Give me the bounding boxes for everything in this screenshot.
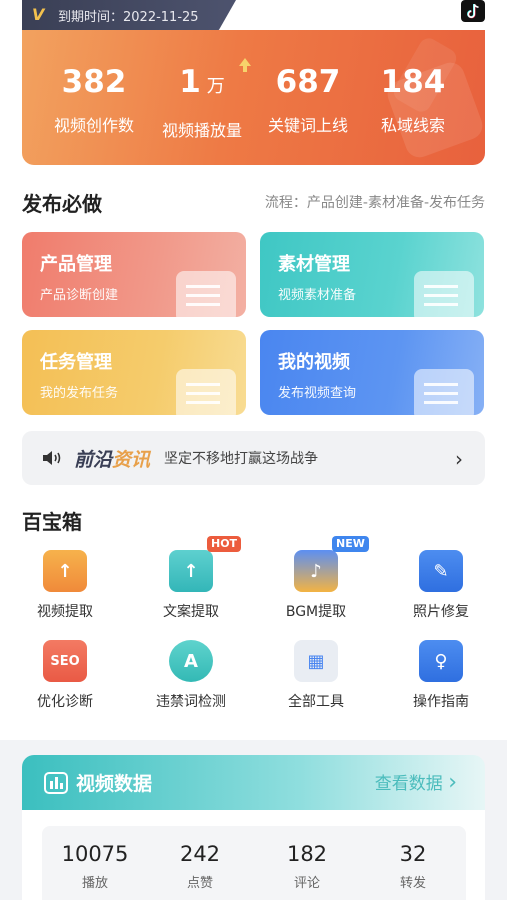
tool-guide[interactable]: ♀ 操作指南 (396, 640, 486, 711)
clapperboard-icon (414, 369, 474, 415)
stat-label: 视频创作数 (53, 116, 134, 135)
tool-label: 全部工具 (288, 694, 344, 710)
tool-photo-repair[interactable]: ✎ 照片修复 (396, 550, 486, 621)
stat-keywords-online[interactable]: 687 关键词上线 (262, 64, 354, 136)
video-data-title: 视频数据 (76, 773, 153, 795)
stat-value: 1 (179, 64, 201, 100)
section-title-publish: 发布必做 (22, 192, 102, 216)
stat-label: 关键词上线 (267, 116, 348, 135)
news-brand-a: 前沿 (74, 448, 113, 471)
trend-up-icon-stem (243, 65, 247, 72)
tool-label: 视频提取 (37, 604, 93, 620)
stat-unit: 万 (206, 76, 225, 97)
vd-stat-comments[interactable]: 182 评论 (262, 842, 352, 891)
vd-stat-value: 32 (399, 842, 427, 866)
news-message: 坚定不移地打赢这场战争 (164, 451, 319, 467)
photo-repair-icon: ✎ (419, 550, 463, 592)
stat-value: 382 (61, 64, 127, 100)
card-my-videos[interactable]: 我的视频 发布视频查询 (260, 330, 484, 415)
stat-value: 687 (275, 64, 341, 100)
tool-label: 照片修复 (413, 604, 469, 620)
tool-label: 违禁词检测 (156, 694, 226, 710)
vd-stat-shares[interactable]: 32 转发 (368, 842, 458, 891)
hot-badge: HOT (207, 536, 242, 552)
news-banner[interactable]: 前沿 资讯 坚定不移地打赢这场战争 › (22, 431, 485, 485)
vd-stat-value: 10075 (61, 842, 129, 866)
vip-logo-icon: V (32, 5, 45, 24)
tool-label: 文案提取 (163, 604, 219, 620)
tool-seo-diagnosis[interactable]: SEO 优化诊断 (20, 640, 110, 711)
news-brand-b: 资讯 (112, 448, 151, 471)
tool-label: 操作指南 (413, 694, 469, 710)
seo-icon: SEO (43, 640, 87, 682)
folder-star-icon (414, 271, 474, 317)
stat-label: 私域线索 (380, 116, 445, 135)
stat-videos-created[interactable]: 382 视频创作数 (48, 64, 140, 136)
new-badge: NEW (332, 536, 369, 552)
vd-stat-value: 182 (286, 842, 328, 866)
tool-all-tools[interactable]: ▦ 全部工具 (271, 640, 361, 711)
vd-stat-label: 评论 (293, 876, 320, 891)
tool-copy-extract[interactable]: ↑ HOT 文案提取 (146, 536, 242, 621)
stat-private-leads[interactable]: 184 私域线索 (372, 64, 454, 136)
music-note-icon: ♪ NEW (294, 536, 369, 592)
all-tools-icon: ▦ (294, 640, 338, 682)
banned-words-icon: A (169, 640, 213, 682)
speaker-icon (43, 451, 61, 465)
stats-card: 382 视频创作数 1万 视频播放量 687 关键词上线 184 私域线索 (22, 30, 485, 165)
card-product-management[interactable]: 产品管理 产品诊断创建 (22, 232, 246, 317)
vd-stat-label: 点赞 (186, 876, 213, 891)
tool-video-extract[interactable]: ↑ 视频提取 (20, 550, 110, 621)
copy-extract-icon: ↑ HOT (169, 536, 242, 592)
publish-flow-text: 流程：产品创建-素材准备-发布任务 (264, 195, 485, 211)
tool-label: 优化诊断 (37, 694, 93, 710)
section-title-toolbox: 百宝箱 (22, 510, 82, 534)
lightbulb-icon: ♀ (419, 640, 463, 682)
stat-video-plays[interactable]: 1万 视频播放量 (156, 64, 248, 141)
tool-label: BGM提取 (285, 604, 347, 620)
expiry-date: 到期时间：2022-11-25 (58, 9, 199, 25)
expiry-tag: V 到期时间：2022-11-25 (22, 0, 236, 30)
video-data-header: 视频数据 查看数据 › (22, 755, 485, 810)
task-video-icon (176, 369, 236, 415)
video-extract-icon: ↑ (43, 550, 87, 592)
tool-bgm-extract[interactable]: ♪ NEW BGM提取 (271, 536, 369, 621)
card-material-management[interactable]: 素材管理 视频素材准备 (260, 232, 484, 317)
vd-stat-likes[interactable]: 242 点赞 (155, 842, 245, 891)
vd-stat-plays[interactable]: 10075 播放 (50, 842, 140, 891)
vd-stat-label: 转发 (399, 876, 426, 891)
chevron-right-icon: › (448, 770, 457, 795)
card-task-management[interactable]: 任务管理 我的发布任务 (22, 330, 246, 415)
stat-value: 184 (380, 64, 446, 100)
tiktok-icon[interactable] (461, 0, 485, 22)
vd-stat-label: 播放 (81, 876, 108, 891)
bar-chart-icon (44, 771, 68, 794)
view-data-link[interactable]: 查看数据 › (375, 769, 457, 795)
chevron-right-icon: › (455, 447, 463, 471)
stat-label: 视频播放量 (161, 121, 242, 140)
tool-banned-words[interactable]: A 违禁词检测 (146, 640, 236, 711)
document-icon (176, 271, 236, 317)
vd-stat-value: 242 (179, 842, 221, 866)
